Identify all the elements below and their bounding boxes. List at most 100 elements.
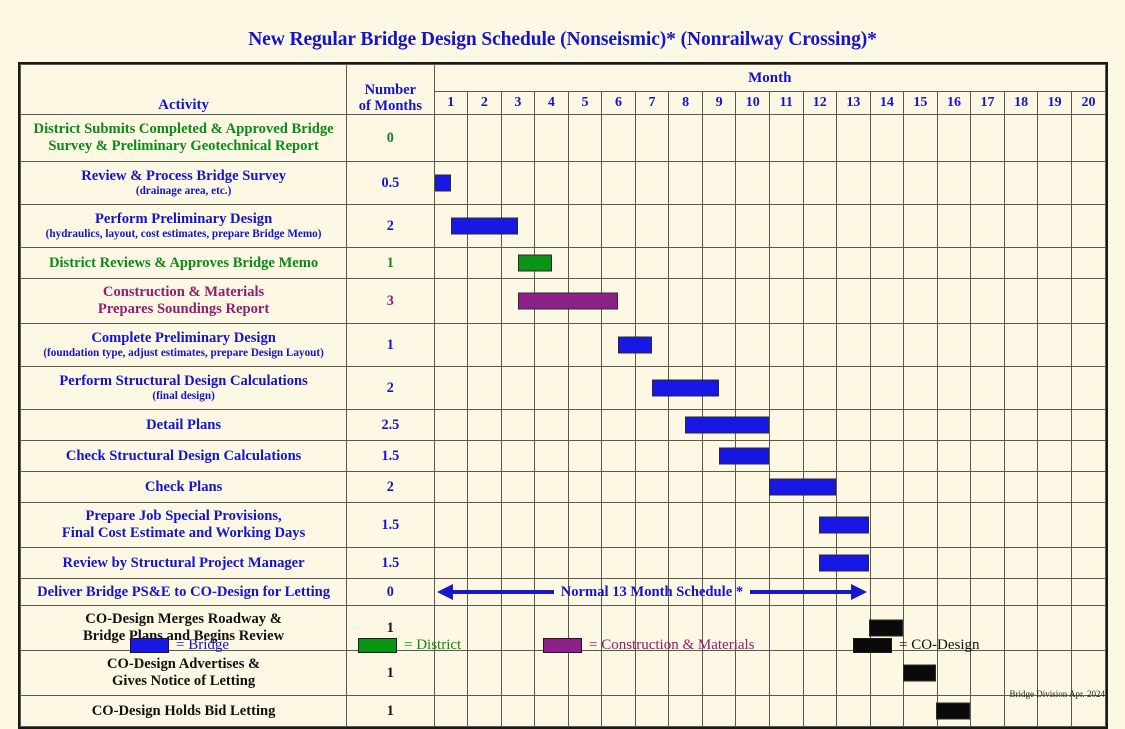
gantt-cell bbox=[903, 204, 938, 248]
number-of-months-value: 1 bbox=[346, 323, 435, 367]
gantt-cell bbox=[500, 366, 536, 410]
gantt-cell bbox=[768, 323, 804, 367]
gantt-cell bbox=[869, 409, 905, 441]
gantt-cell bbox=[433, 471, 836, 503]
column-header-month-13: 13 bbox=[836, 91, 871, 115]
gantt-cell bbox=[869, 471, 905, 503]
gantt-cell bbox=[768, 605, 804, 651]
legend-label: = Bridge bbox=[176, 636, 230, 653]
activity-line-1: Check Plans bbox=[144, 478, 223, 495]
gantt-cell bbox=[567, 440, 603, 472]
table-body: District Submits Completed & Approved Br… bbox=[19, 114, 1107, 727]
table-row: CO-Design Holds Bid Letting 1 bbox=[19, 695, 1107, 727]
gantt-cell bbox=[567, 247, 603, 279]
gantt-cell bbox=[634, 547, 670, 579]
gantt-cell bbox=[567, 409, 603, 441]
legend-item: = CO-Design bbox=[853, 637, 980, 654]
legend-item: = District bbox=[358, 637, 461, 654]
gantt-cell bbox=[601, 502, 636, 548]
gantt-cell bbox=[936, 409, 972, 441]
header-row-top: Activity Number of Months Month bbox=[19, 64, 1106, 115]
gantt-cell bbox=[970, 650, 1005, 696]
gantt-cell bbox=[1037, 161, 1072, 205]
gantt-cell bbox=[701, 114, 737, 162]
gantt-cell bbox=[1037, 278, 1072, 324]
gantt-cell bbox=[668, 695, 703, 727]
legend-swatch-blue bbox=[130, 637, 169, 653]
number-of-months-value: 0 bbox=[346, 578, 435, 606]
table-row: Prepare Job Special Provisions, Final Cos… bbox=[19, 502, 1107, 548]
column-header-month-8: 8 bbox=[668, 91, 703, 115]
activity-subtext: (foundation type, adjust estimates, prep… bbox=[43, 347, 324, 360]
gantt-cell bbox=[768, 204, 804, 248]
gantt-cell bbox=[433, 502, 870, 548]
gantt-bar bbox=[434, 174, 452, 192]
column-header-month-7: 7 bbox=[634, 91, 670, 115]
gantt-cell bbox=[1070, 247, 1107, 279]
gantt-cell bbox=[601, 366, 636, 410]
gantt-cell bbox=[1037, 366, 1072, 410]
gantt-cell bbox=[735, 247, 770, 279]
activity-label: Perform Preliminary Design (hydraulics, l… bbox=[19, 204, 348, 248]
table-row: Review by Structural Project Manager 1.5 bbox=[19, 547, 1107, 579]
gantt-cell bbox=[567, 471, 603, 503]
arrow-right-icon bbox=[851, 584, 868, 600]
table-row: Check Structural Design Calculations 1.5 bbox=[19, 440, 1107, 472]
gantt-cell bbox=[1003, 204, 1039, 248]
gantt-cell bbox=[836, 278, 871, 324]
gantt-cell bbox=[735, 278, 770, 324]
gantt-cell bbox=[802, 114, 838, 162]
gantt-cell bbox=[735, 471, 770, 503]
number-of-months-value: 1.5 bbox=[346, 440, 435, 472]
gantt-cell bbox=[903, 440, 938, 472]
gantt-cell bbox=[500, 161, 536, 205]
gantt-cell bbox=[634, 278, 670, 324]
gantt-cell bbox=[936, 650, 972, 696]
gantt-cell bbox=[1037, 695, 1072, 727]
gantt-cell bbox=[735, 547, 770, 579]
gantt-cell bbox=[903, 547, 938, 579]
gantt-cell bbox=[869, 502, 905, 548]
number-of-months-value: 2 bbox=[346, 204, 435, 248]
column-header-month-20: 20 bbox=[1070, 91, 1107, 115]
gantt-cell bbox=[1003, 114, 1039, 162]
gantt-cell bbox=[1070, 204, 1107, 248]
gantt-cell bbox=[567, 650, 603, 696]
gantt-bar bbox=[618, 336, 652, 354]
gantt-cell bbox=[869, 204, 905, 248]
gantt-cell bbox=[467, 471, 502, 503]
gantt-cell bbox=[836, 695, 871, 727]
gantt-cell bbox=[836, 471, 871, 503]
gantt-cell bbox=[534, 323, 569, 367]
gantt-cell bbox=[668, 278, 703, 324]
gantt-cell bbox=[970, 204, 1005, 248]
gantt-cell bbox=[601, 247, 636, 279]
gantt-cell bbox=[467, 247, 502, 279]
gantt-cell bbox=[970, 278, 1005, 324]
gantt-cell bbox=[701, 161, 737, 205]
gantt-cell bbox=[534, 366, 569, 410]
number-of-months-value: 2 bbox=[346, 471, 435, 503]
column-header-month-4: 4 bbox=[534, 91, 569, 115]
gantt-cell bbox=[970, 323, 1005, 367]
activity-line-1: Complete Preliminary Design bbox=[91, 329, 276, 346]
gantt-cell bbox=[836, 409, 871, 441]
gantt-cell bbox=[735, 695, 770, 727]
gantt-cell bbox=[802, 323, 838, 367]
gantt-cell bbox=[903, 114, 938, 162]
column-header-activity: Activity bbox=[19, 64, 348, 115]
gantt-cell bbox=[668, 502, 703, 548]
gantt-cell bbox=[903, 409, 938, 441]
gantt-cell bbox=[768, 114, 804, 162]
gantt-cell bbox=[534, 547, 569, 579]
gantt-cell bbox=[1003, 366, 1039, 410]
gantt-cell bbox=[1037, 247, 1072, 279]
schedule-table: Activity Number of Months Month 12345678… bbox=[19, 64, 1107, 727]
gantt-cell bbox=[701, 278, 737, 324]
gantt-cell bbox=[802, 366, 838, 410]
activity-label: CO-Design Holds Bid Letting bbox=[19, 695, 348, 727]
gantt-cell bbox=[601, 204, 636, 248]
gantt-cell bbox=[500, 502, 536, 548]
page-title: New Regular Bridge Design Schedule (Nons… bbox=[248, 29, 877, 50]
column-header-month: Month bbox=[433, 64, 1106, 92]
